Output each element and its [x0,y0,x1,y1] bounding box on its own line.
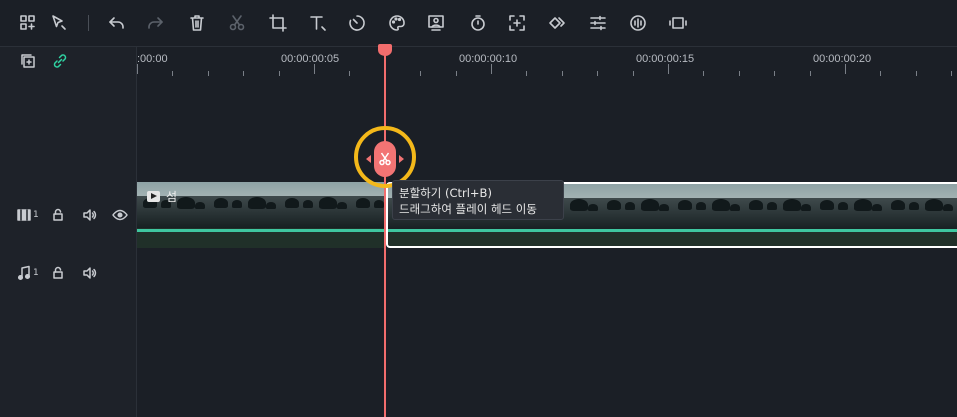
motion-tracking-icon[interactable] [667,12,689,34]
thumbnail-frame [601,184,672,230]
ruler-tick [597,71,599,76]
speaker-icon[interactable] [80,206,98,224]
text-icon[interactable] [307,12,329,34]
ruler-tick [314,64,315,74]
ruler-tick [278,71,280,76]
thumbnail-frame [814,184,885,230]
thumbnail-frame [208,182,279,228]
ruler-tick [880,71,882,76]
audio-waveform-icon[interactable] [627,12,649,34]
ruler-tick [491,64,492,74]
clip-audio-waveform [388,229,957,232]
split-tooltip: 분할하기 (Ctrl+B) 드래그하여 플레이 헤드 이동 [392,180,564,220]
adjust-sliders-icon[interactable] [587,12,609,34]
ruler-tick [809,71,811,76]
layout-grid-icon[interactable] [17,12,39,34]
thumbnail-frame [672,184,743,230]
ruler-tick [420,71,422,76]
split-button[interactable] [374,141,396,177]
speaker-icon[interactable] [80,264,98,282]
drag-left-arrow-icon [366,155,371,163]
ai-portrait-icon[interactable] [425,12,447,34]
clip-audio-waveform [137,229,385,232]
music-note-icon [15,264,33,282]
thumbnail-frame [743,184,814,230]
ruler-label: :00:00 [137,53,168,65]
ruler-tick [738,71,740,76]
toolbar [0,0,957,47]
ruler-tick [668,64,669,74]
audio-track-number: 1 [33,268,39,278]
ruler-tick [207,71,209,76]
ruler-tick [774,71,776,76]
tooltip-line-1: 분할하기 (Ctrl+B) [399,186,492,200]
redo-icon[interactable] [144,12,166,34]
ruler-tick [172,71,174,76]
ruler-tick [455,71,457,76]
tooltip-line-2: 드래그하여 플레이 헤드 이동 [399,202,537,216]
ruler-label: 00:00:00:15 [636,53,695,65]
crop-icon[interactable] [267,12,289,34]
ruler-tick [526,71,528,76]
ruler-tick [845,64,846,74]
video-track-number: 1 [33,210,39,220]
thumbnail-frame [279,182,350,228]
keyframe-icon[interactable] [546,12,568,34]
speed-icon[interactable] [346,12,368,34]
pointer-select-icon[interactable] [48,12,70,34]
clip-title: 섬 [166,190,178,204]
ruler-label: 00:00:00:10 [459,53,518,65]
timer-icon[interactable] [467,12,489,34]
ruler-tick [703,71,705,76]
scissors-icon [379,152,391,166]
track-header-panel [0,47,137,417]
eye-icon[interactable] [111,206,129,224]
drag-right-arrow-icon [399,155,404,163]
playhead-line[interactable] [384,48,386,417]
thumbnail-frame [350,182,385,228]
ruler-tick [561,71,563,76]
lock-icon[interactable] [49,264,67,282]
ruler-tick [243,71,245,76]
video-clip-icon [147,191,160,202]
ruler-tick [632,71,634,76]
ruler-tick [915,71,917,76]
ruler-tick [349,71,351,76]
ruler-tick [137,64,138,74]
video-track-icon [15,206,33,224]
link-icon[interactable] [51,52,69,70]
lock-icon[interactable] [49,206,67,224]
undo-icon[interactable] [106,12,128,34]
playhead-handle[interactable] [378,44,392,56]
toolbar-separator [88,15,89,31]
color-palette-icon[interactable] [386,12,408,34]
delete-icon[interactable] [186,12,208,34]
thumbnail-frame [885,184,956,230]
scissors-cut-icon[interactable] [226,12,248,34]
ruler-tick [951,71,953,76]
ruler-label: 00:00:00:20 [813,53,872,65]
ruler-label: 00:00:00:05 [281,53,340,65]
add-track-icon[interactable] [19,52,37,70]
freeze-frame-icon[interactable] [506,12,528,34]
